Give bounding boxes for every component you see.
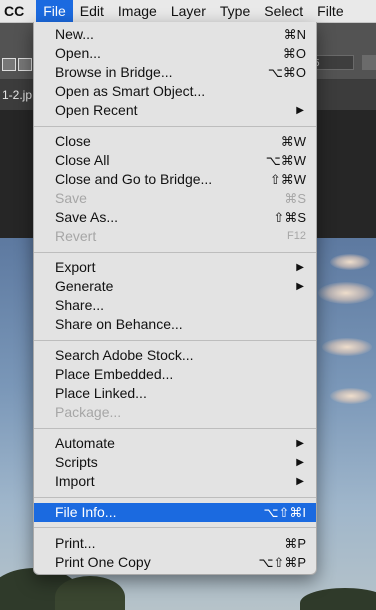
menu-item-label: Close and Go to Bridge... (55, 171, 213, 187)
triangle-right-icon: ▶ (296, 476, 304, 487)
options-dropdown[interactable] (362, 55, 376, 70)
menu-item-label: Package... (55, 404, 122, 420)
menu-item-revert: Revert F12 (34, 227, 316, 246)
menu-item-label: File Info... (55, 504, 117, 520)
menu-file[interactable]: File (36, 0, 73, 22)
menu-item-label: Scripts (55, 454, 98, 470)
menu-item-label: Print One Copy (55, 554, 151, 570)
menu-image[interactable]: Image (111, 0, 164, 22)
menu-item-file-info[interactable]: File Info... ⌥⇧⌘I (34, 503, 316, 522)
shortcut: ⌥⌘W (265, 153, 306, 168)
menu-item-label: Open Recent (55, 102, 138, 118)
cloud (322, 338, 372, 356)
cloud (330, 254, 370, 270)
menu-item-label: Import (55, 473, 95, 489)
menu-item-save: Save ⌘S (34, 189, 316, 208)
shortcut: ⌥⇧⌘P (258, 555, 306, 570)
file-menu-dropdown: New... ⌘N Open... ⌘O Browse in Bridge...… (33, 22, 317, 575)
tree-silhouette (300, 588, 376, 610)
menu-item-label: Search Adobe Stock... (55, 347, 194, 363)
menu-item-open-as-smart-object[interactable]: Open as Smart Object... (34, 82, 316, 101)
menu-item-label: Place Embedded... (55, 366, 174, 382)
menu-bar: CC File Edit Image Layer Type Select Fil… (0, 0, 376, 23)
menu-separator (34, 497, 316, 498)
shortcut: ⌘W (280, 134, 306, 149)
shortcut: ⌘P (284, 536, 306, 551)
menu-layer[interactable]: Layer (164, 0, 213, 22)
menu-item-label: Revert (55, 228, 97, 244)
triangle-right-icon: ▶ (296, 438, 304, 449)
shortcut: F12 (287, 230, 306, 242)
menu-type[interactable]: Type (213, 0, 257, 22)
menu-item-share-on-behance[interactable]: Share on Behance... (34, 315, 316, 334)
menu-item-place-linked[interactable]: Place Linked... (34, 384, 316, 403)
menu-item-label: Automate (55, 435, 115, 451)
document-tab[interactable]: 1-2.jp (0, 80, 32, 110)
menu-item-export[interactable]: Export ▶ (34, 258, 316, 277)
menu-separator (34, 126, 316, 127)
menu-item-label: Share... (55, 297, 105, 313)
menu-item-label: Save (55, 190, 87, 206)
menu-item-label: Share on Behance... (55, 316, 183, 332)
shortcut: ⌥⇧⌘I (263, 505, 307, 520)
menu-item-generate[interactable]: Generate ▶ (34, 277, 316, 296)
shortcut: ⌘N (283, 27, 306, 42)
menu-item-scripts[interactable]: Scripts ▶ (34, 453, 316, 472)
menu-item-share[interactable]: Share... (34, 296, 316, 315)
menu-item-package: Package... (34, 403, 316, 422)
menu-separator (34, 428, 316, 429)
menu-item-print[interactable]: Print... ⌘P (34, 534, 316, 553)
menu-edit[interactable]: Edit (73, 0, 111, 22)
menu-item-label: Browse in Bridge... (55, 64, 173, 80)
menu-separator (34, 340, 316, 341)
menu-item-label: Export (55, 259, 96, 275)
selection-mode-icon[interactable] (2, 58, 16, 71)
shortcut: ⌥⌘O (267, 65, 306, 80)
menu-item-label: New... (55, 26, 94, 42)
tree-silhouette (55, 576, 125, 610)
triangle-right-icon: ▶ (296, 281, 304, 292)
menu-item-close-and-go-to-bridge[interactable]: Close and Go to Bridge... ⇧⌘W (34, 170, 316, 189)
cloud (330, 388, 372, 404)
shortcut: ⌘O (282, 46, 306, 61)
menu-item-new[interactable]: New... ⌘N (34, 25, 316, 44)
menu-item-label: Print... (55, 535, 96, 551)
menu-item-print-one-copy[interactable]: Print One Copy ⌥⇧⌘P (34, 553, 316, 572)
shortcut: ⇧⌘W (269, 172, 306, 187)
menu-item-close[interactable]: Close ⌘W (34, 132, 316, 151)
shortcut: ⌘S (284, 191, 306, 206)
shortcut: ⇧⌘S (273, 210, 306, 225)
menu-item-import[interactable]: Import ▶ (34, 472, 316, 491)
menu-separator (34, 527, 316, 528)
menu-item-label: Close All (55, 152, 110, 168)
menu-item-automate[interactable]: Automate ▶ (34, 434, 316, 453)
menu-item-label: Save As... (55, 209, 119, 225)
menu-separator (34, 252, 316, 253)
triangle-right-icon: ▶ (296, 105, 304, 116)
menu-item-label: Generate (55, 278, 114, 294)
menu-item-open[interactable]: Open... ⌘O (34, 44, 316, 63)
menu-item-search-adobe-stock[interactable]: Search Adobe Stock... (34, 346, 316, 365)
menu-item-close-all[interactable]: Close All ⌥⌘W (34, 151, 316, 170)
menu-item-place-embedded[interactable]: Place Embedded... (34, 365, 316, 384)
menu-item-label: Close (55, 133, 91, 149)
app-menu[interactable]: CC (0, 0, 36, 22)
menu-item-open-recent[interactable]: Open Recent ▶ (34, 101, 316, 120)
menu-item-label: Place Linked... (55, 385, 147, 401)
menu-item-label: Open... (55, 45, 101, 61)
cloud (318, 282, 374, 304)
add-to-selection-icon[interactable] (18, 58, 32, 71)
menu-filter[interactable]: Filte (310, 0, 350, 22)
menu-select[interactable]: Select (257, 0, 310, 22)
menu-item-save-as[interactable]: Save As... ⇧⌘S (34, 208, 316, 227)
menu-item-label: Open as Smart Object... (55, 83, 206, 99)
triangle-right-icon: ▶ (296, 262, 304, 273)
triangle-right-icon: ▶ (296, 457, 304, 468)
menu-item-browse-in-bridge[interactable]: Browse in Bridge... ⌥⌘O (34, 63, 316, 82)
